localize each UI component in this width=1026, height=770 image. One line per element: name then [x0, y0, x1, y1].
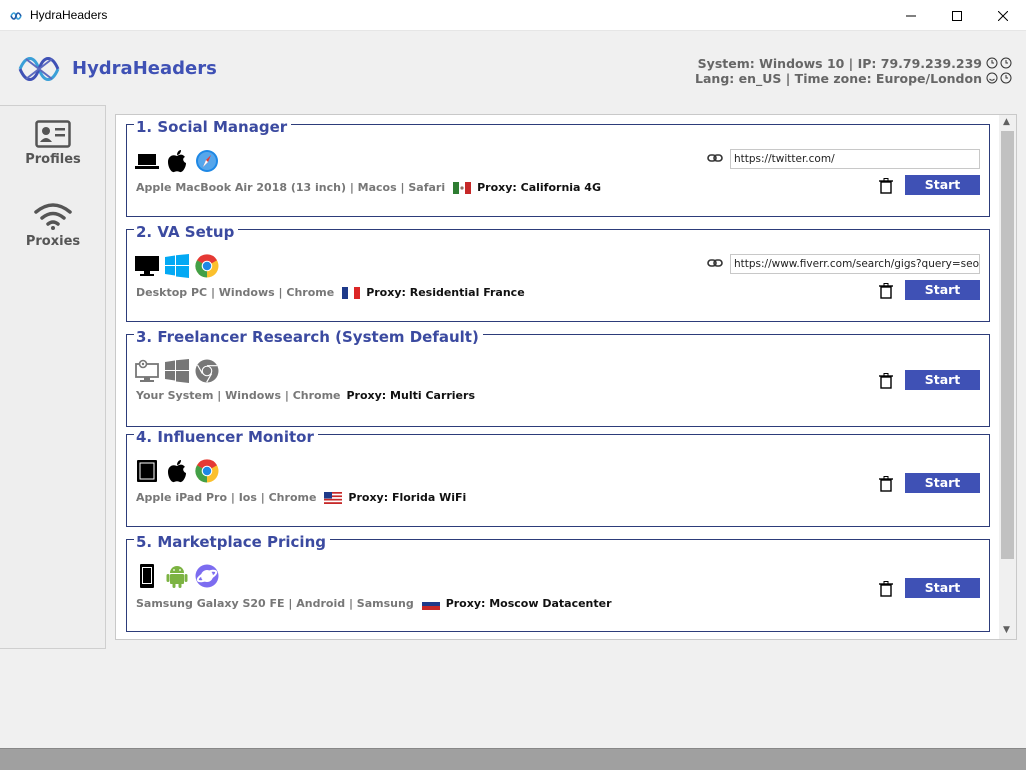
profile-card: 3. Freelancer Research (System Default) …: [126, 328, 990, 427]
profile-title: 2. VA Setup: [134, 223, 239, 241]
start-button[interactable]: Start: [905, 370, 980, 390]
vertical-scrollbar[interactable]: ▲ ▼: [999, 115, 1016, 639]
trash-icon[interactable]: [879, 373, 893, 389]
minimize-button[interactable]: [888, 0, 934, 31]
start-button[interactable]: Start: [905, 578, 980, 598]
close-icon: [998, 10, 1008, 21]
windows-icon: [165, 359, 189, 383]
maximize-icon: [952, 10, 962, 21]
start-button[interactable]: Start: [905, 175, 980, 195]
clock-icon: [1000, 72, 1012, 84]
device-name: Apple MacBook Air 2018 (13 inch): [136, 181, 346, 194]
trash-icon[interactable]: [879, 476, 893, 492]
os-name: Windows: [225, 389, 281, 402]
proxy-label: Proxy: California 4G: [477, 181, 601, 194]
android-icon: [165, 564, 189, 588]
os-name: Android: [296, 597, 346, 610]
clock-icon: [986, 57, 998, 69]
samsung-browser-icon: [195, 564, 219, 588]
monitor-icon: [135, 254, 159, 278]
apple-icon: [165, 149, 189, 173]
profile-card: 4. Influencer Monitor Apple iPad Pro | I…: [126, 428, 990, 527]
app-name: HydraHeaders: [72, 58, 217, 79]
os-name: Ios: [238, 491, 257, 504]
profile-title: 5. Marketplace Pricing: [134, 533, 330, 551]
browser-name: Chrome: [286, 286, 335, 299]
contact-card-icon: [35, 120, 71, 148]
window-title: HydraHeaders: [30, 8, 108, 22]
browser-name: Safari: [408, 181, 446, 194]
profile-card: 5. Marketplace Pricing Samsung Galaxy S2…: [126, 533, 990, 632]
france-flag-icon: [342, 286, 361, 299]
wifi-icon: [34, 203, 72, 230]
smiley-icon: [986, 72, 998, 84]
device-name: Samsung Galaxy S20 FE: [136, 597, 285, 610]
app-logo-icon: [10, 12, 22, 20]
profile-card: 2. VA Setup Desktop PC | Windows | Chrom…: [126, 223, 990, 322]
sidebar: Profiles Proxies: [0, 105, 106, 649]
start-button[interactable]: Start: [905, 473, 980, 493]
safari-icon: [195, 149, 219, 173]
system-info: System: Windows 10 | IP: 79.79.239.239: [697, 56, 982, 71]
system-monitor-icon: [135, 359, 159, 383]
link-icon: [707, 154, 723, 162]
sidebar-item-label: Profiles: [25, 152, 81, 167]
browser-name: Chrome: [292, 389, 341, 402]
proxy-label: Proxy: Residential France: [366, 286, 525, 299]
maximize-button[interactable]: [934, 0, 980, 31]
clock-icon: [1000, 57, 1012, 69]
locale-info-icons: [986, 72, 1012, 84]
url-input[interactable]: https://twitter.com/: [730, 149, 980, 169]
chrome-icon: [195, 359, 219, 383]
mexico-flag-icon: [453, 181, 472, 194]
sidebar-item-proxies[interactable]: Proxies: [0, 202, 106, 249]
profile-title: 3. Freelancer Research (System Default): [134, 328, 483, 346]
profile-card: 1. Social Manager Apple MacBook Air 2018…: [126, 118, 990, 217]
device-name: Desktop PC: [136, 286, 208, 299]
profile-title: 1. Social Manager: [134, 118, 292, 136]
phone-icon: [135, 564, 159, 588]
browser-name: Samsung: [356, 597, 414, 610]
profile-title: 4. Influencer Monitor: [134, 428, 318, 446]
url-input[interactable]: https://www.fiverr.com/search/gigs?query…: [730, 254, 980, 274]
trash-icon[interactable]: [879, 581, 893, 597]
hydra-logo-icon: [18, 57, 60, 81]
trash-icon[interactable]: [879, 178, 893, 194]
chrome-icon: [195, 459, 219, 483]
profiles-panel: 1. Social Manager Apple MacBook Air 2018…: [115, 114, 1017, 640]
link-icon: [707, 259, 723, 267]
minimize-icon: [906, 15, 916, 16]
close-button[interactable]: [980, 0, 1026, 31]
proxy-label: Proxy: Multi Carriers: [346, 389, 476, 402]
scroll-up-icon[interactable]: ▲: [1003, 117, 1010, 127]
start-button[interactable]: Start: [905, 280, 980, 300]
trash-icon[interactable]: [879, 283, 893, 299]
chrome-icon: [195, 254, 219, 278]
status-bar: [0, 748, 1026, 770]
laptop-icon: [135, 149, 159, 173]
proxy-label: Proxy: Moscow Datacenter: [445, 597, 612, 610]
device-name: Your System: [136, 389, 214, 402]
apple-icon: [165, 459, 189, 483]
sidebar-item-profiles[interactable]: Profiles: [0, 120, 106, 167]
os-name: Macos: [357, 181, 397, 194]
scroll-down-icon[interactable]: ▼: [1003, 625, 1010, 635]
title-bar: HydraHeaders: [0, 0, 1026, 31]
russia-flag-icon: [421, 597, 440, 610]
locale-info: Lang: en_US | Time zone: Europe/London: [695, 71, 982, 86]
scrollbar-thumb[interactable]: [1001, 131, 1014, 559]
sidebar-item-label: Proxies: [25, 234, 81, 249]
device-name: Apple iPad Pro: [136, 491, 228, 504]
tablet-icon: [135, 459, 159, 483]
browser-name: Chrome: [268, 491, 317, 504]
windows-icon: [165, 254, 189, 278]
system-info-icons: [986, 57, 1012, 69]
usa-flag-icon: [324, 491, 343, 504]
proxy-label: Proxy: Florida WiFi: [348, 491, 467, 504]
os-name: Windows: [218, 286, 275, 299]
